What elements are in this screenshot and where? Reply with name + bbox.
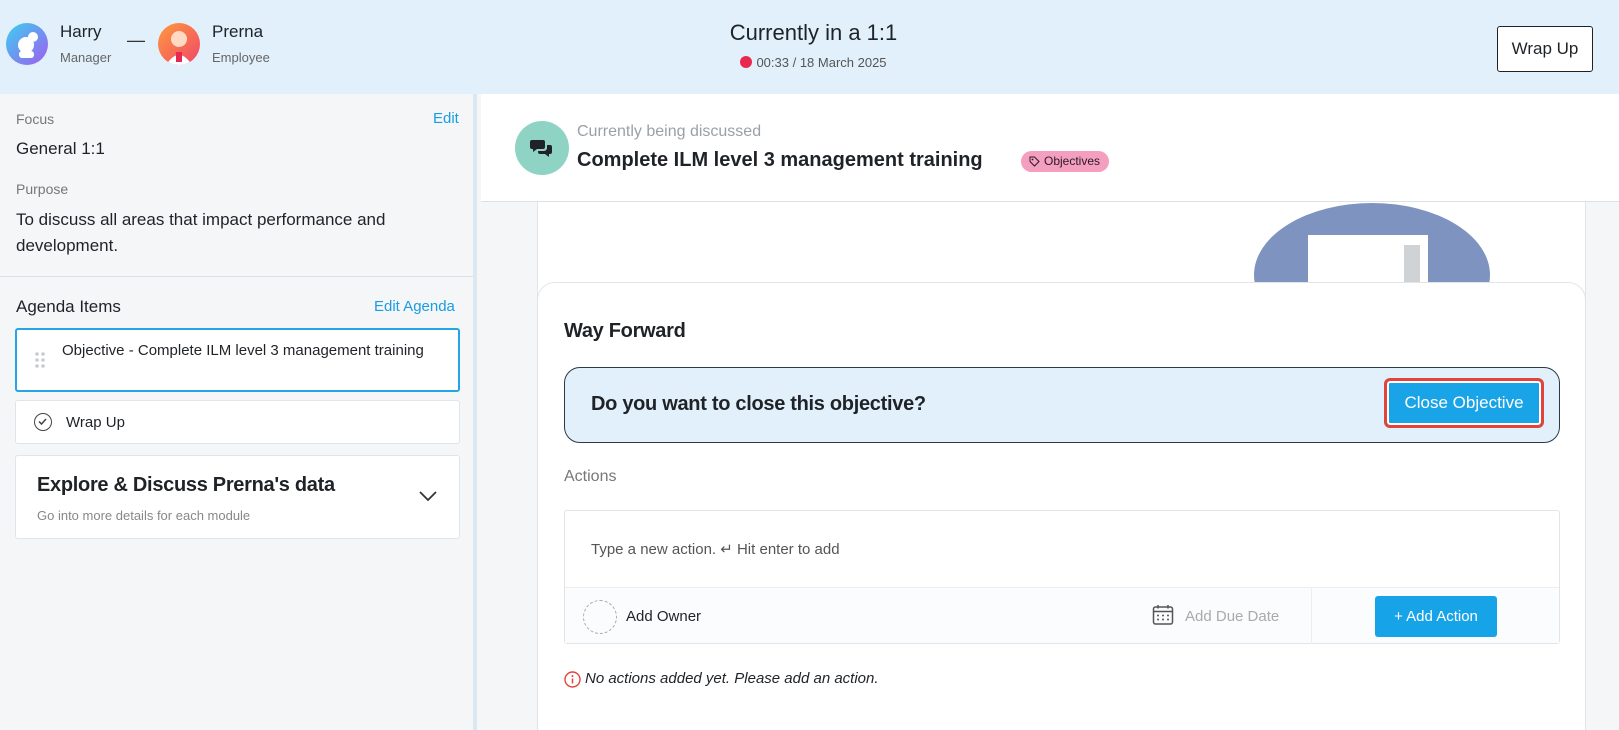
discussing-title: Complete ILM level 3 management training [577, 149, 983, 171]
explore-data-panel[interactable]: Explore & Discuss Prerna's data Go into … [15, 455, 460, 539]
discussing-label: Currently being discussed [577, 123, 762, 140]
drag-handle-icon[interactable] [35, 352, 45, 368]
session-timer: 00:33 / 18 March 2025 [0, 55, 1619, 70]
objectives-tag: Objectives [1021, 151, 1110, 172]
new-action-form: Add Owner Add Due Date + Add Action [564, 510, 1560, 644]
recording-dot-icon [740, 56, 753, 68]
agenda-title: Agenda Items [16, 297, 121, 316]
add-action-button[interactable]: + Add Action [1375, 596, 1497, 637]
add-due-date-button[interactable]: Add Due Date [1185, 608, 1279, 625]
add-owner-button[interactable]: Add Owner [626, 608, 701, 625]
close-objective-question: Do you want to close this objective? [591, 393, 926, 415]
purpose-label: Purpose [16, 181, 69, 197]
agenda-item-wrap-up[interactable]: Wrap Up [15, 400, 460, 444]
chat-bubbles-icon [530, 140, 552, 157]
way-forward-card: Way Forward Do you want to close this ob… [537, 282, 1586, 730]
main-content: Currently being discussed Complete ILM l… [481, 94, 1619, 730]
timer-text: 00:33 / 18 March 2025 [756, 55, 887, 70]
focus-value: General 1:1 [16, 139, 105, 158]
calendar-icon[interactable] [1152, 604, 1174, 626]
agenda-item-label: Objective - Complete ILM level 3 managem… [62, 342, 424, 359]
wrap-up-button[interactable]: Wrap Up [1497, 26, 1593, 72]
check-circle-icon [34, 413, 52, 431]
close-objective-button[interactable]: Close Objective [1384, 378, 1544, 428]
discussion-avatar [515, 121, 569, 175]
actions-label: Actions [564, 468, 617, 485]
close-objective-prompt: Do you want to close this objective? Clo… [564, 367, 1560, 443]
agenda-item-label: Wrap Up [66, 414, 125, 431]
explore-title: Explore & Discuss Prerna's data [37, 474, 335, 496]
focus-label: Focus [16, 111, 55, 127]
no-actions-message: No actions added yet. Please add an acti… [585, 670, 879, 687]
chevron-down-icon[interactable] [418, 490, 438, 502]
edit-agenda-link[interactable]: Edit Agenda [374, 298, 455, 315]
edit-focus-link[interactable]: Edit [433, 110, 459, 127]
discussion-header: Currently being discussed Complete ILM l… [481, 94, 1619, 202]
session-header: Harry Manager — Prerna Employee Currentl… [0, 0, 1619, 94]
way-forward-title: Way Forward [564, 320, 686, 342]
action-options: Add Owner Add Due Date + Add Action [565, 587, 1559, 644]
tag-icon [1029, 156, 1040, 167]
info-warning-icon [564, 671, 581, 688]
new-action-input[interactable] [566, 512, 1558, 586]
tag-label: Objectives [1044, 154, 1101, 168]
sidebar: Focus Edit General 1:1 Purpose To discus… [0, 94, 477, 730]
session-title: Currently in a 1:1 [729, 20, 898, 45]
footer-divider [1311, 588, 1312, 644]
explore-subtitle: Go into more details for each module [37, 508, 251, 523]
owner-avatar-placeholder-icon[interactable] [583, 600, 617, 634]
agenda-item-objective[interactable]: Objective - Complete ILM level 3 managem… [15, 328, 460, 392]
purpose-value: To discuss all areas that impact perform… [16, 210, 386, 255]
sidebar-divider [0, 276, 473, 277]
